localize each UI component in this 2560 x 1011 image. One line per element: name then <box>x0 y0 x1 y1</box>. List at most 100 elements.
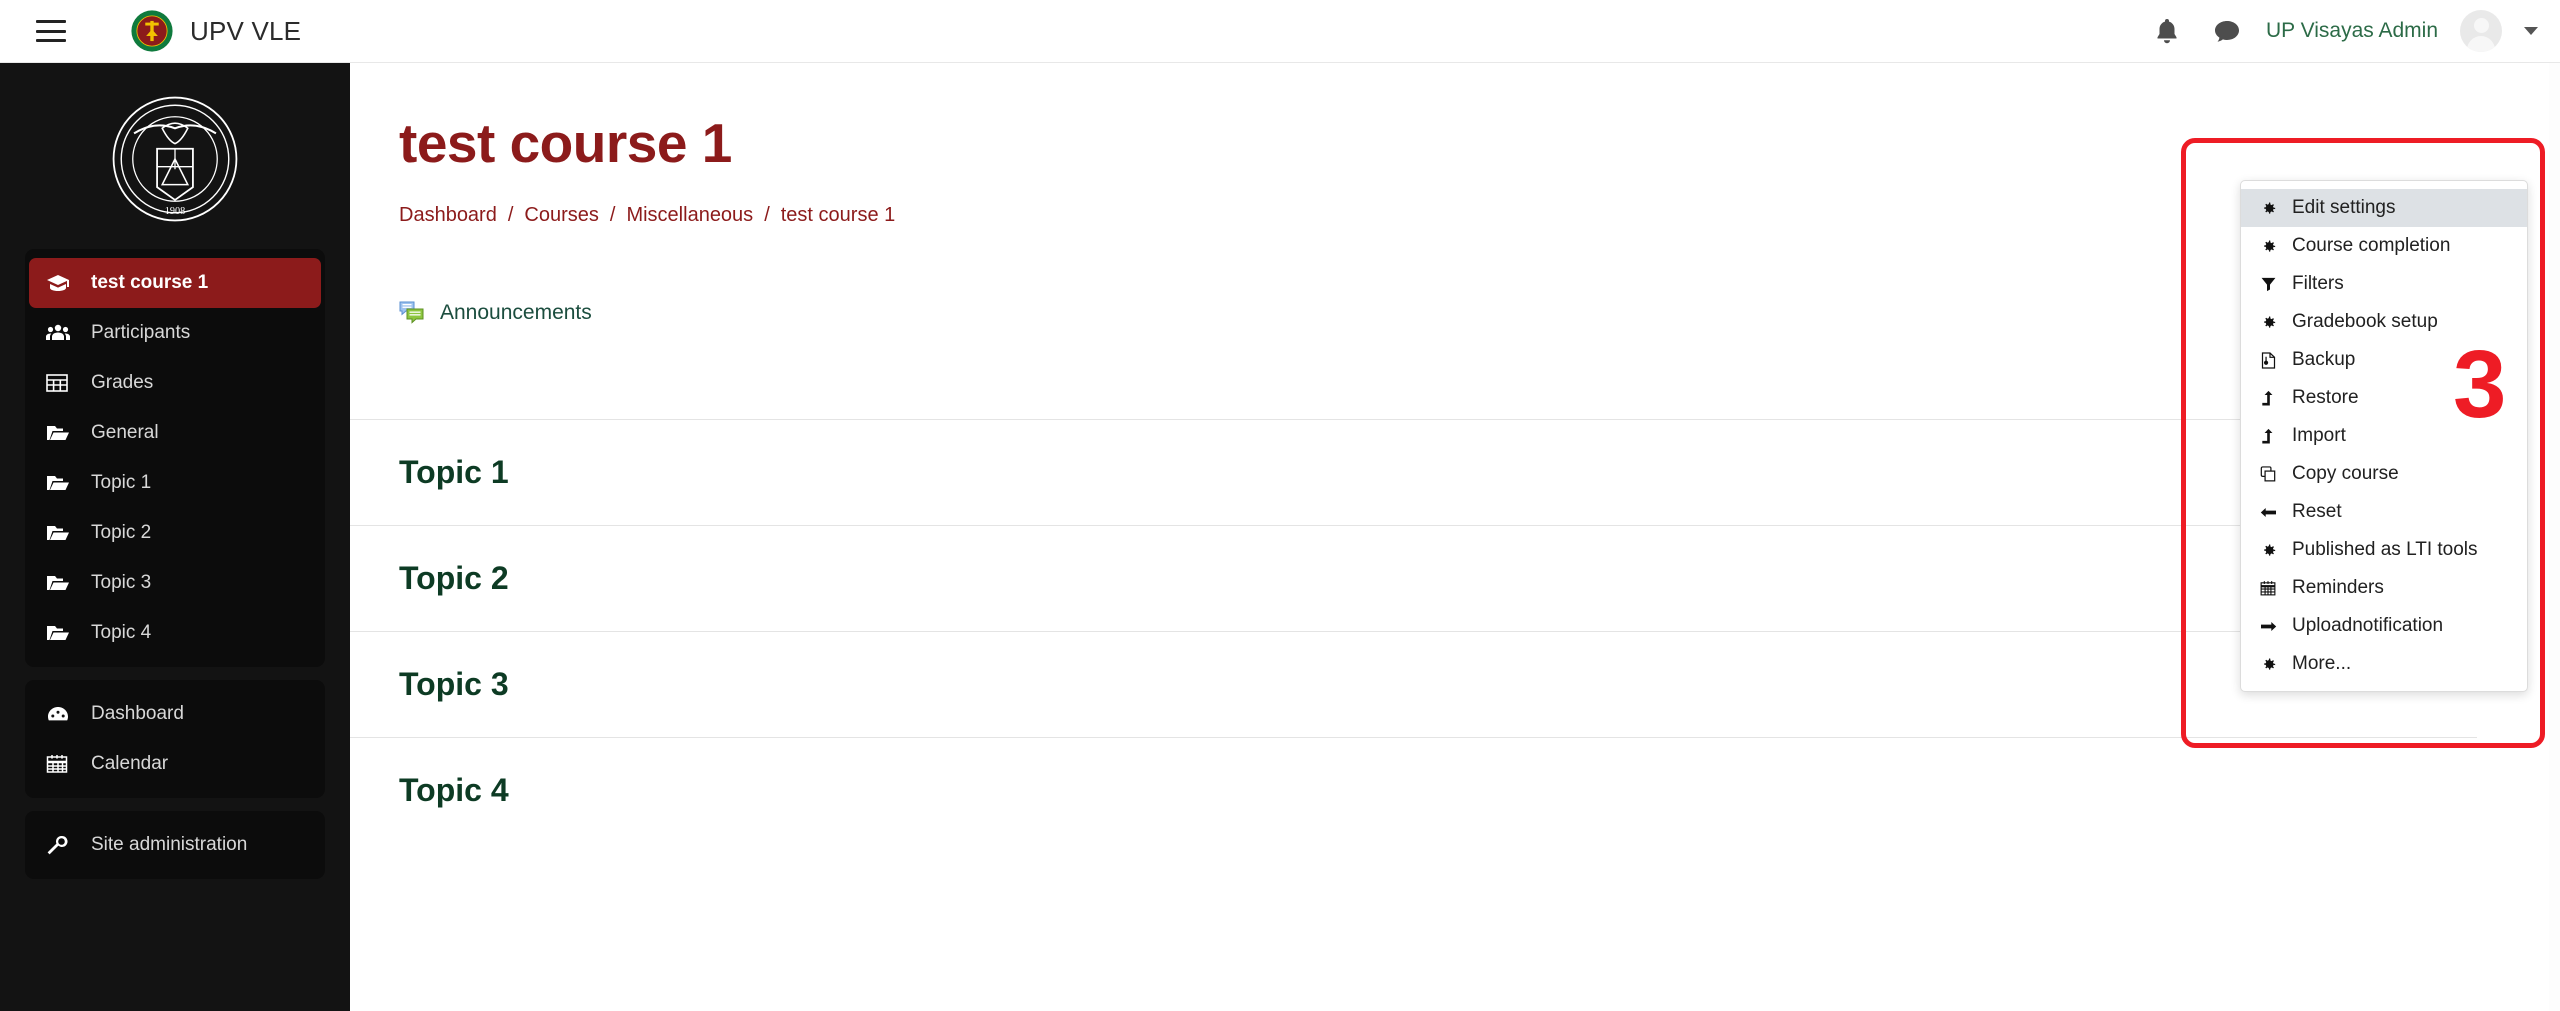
sidebar-item-label: Grades <box>91 372 154 393</box>
sidebar: 1908 test course 1 Participants Grades G… <box>0 63 350 1011</box>
general-section: Announcements <box>350 301 2560 419</box>
sidebar-item-label: Participants <box>91 322 191 343</box>
sidebar-item-calendar[interactable]: Calendar <box>29 739 321 789</box>
gear-icon <box>2255 656 2281 673</box>
menu-item-label: Published as LTI tools <box>2292 539 2478 560</box>
gear-icon <box>2255 314 2281 331</box>
menu-item-filters[interactable]: Filters <box>2241 265 2527 303</box>
sidebar-item-participants[interactable]: Participants <box>29 308 321 358</box>
topic-title: Topic 3 <box>399 666 509 702</box>
menu-item-label: Filters <box>2292 273 2344 294</box>
topic-section-3: Topic 3 <box>350 632 2560 737</box>
funnel-icon <box>2255 276 2281 292</box>
page-scrollbar[interactable] <box>2549 63 2560 1011</box>
menu-item-label: Reminders <box>2292 577 2384 598</box>
breadcrumb-item-dashboard[interactable]: Dashboard <box>399 204 497 227</box>
sidebar-item-label: Topic 4 <box>91 622 152 643</box>
breadcrumb-item-miscellaneous[interactable]: Miscellaneous <box>626 204 753 227</box>
file-backup-icon <box>2255 351 2281 369</box>
arrow-up-icon <box>2255 428 2281 445</box>
menu-item-reminders[interactable]: Reminders <box>2241 569 2527 607</box>
sidebar-item-grades[interactable]: Grades <box>29 358 321 408</box>
site-name: UPV VLE <box>190 15 302 46</box>
graduation-cap-icon <box>46 273 82 293</box>
menu-item-copy-course[interactable]: Copy course <box>2241 455 2527 493</box>
arrow-right-icon <box>2255 619 2281 634</box>
site-brand[interactable]: UPV VLE <box>131 10 301 52</box>
sidebar-item-topic-4[interactable]: Topic 4 <box>29 608 321 658</box>
breadcrumb-item-current: test course 1 <box>780 204 896 226</box>
gear-icon <box>2255 200 2281 217</box>
menu-item-course-completion[interactable]: Course completion <box>2241 227 2527 265</box>
gear-icon <box>2255 238 2281 255</box>
up-seal-logo: 1908 <box>112 96 238 222</box>
svg-text:1908: 1908 <box>165 206 185 217</box>
menu-item-label: Course completion <box>2292 235 2451 256</box>
menu-item-label: Uploadnotification <box>2292 615 2444 636</box>
menu-item-label: Gradebook setup <box>2292 311 2438 332</box>
sidebar-item-topic-2[interactable]: Topic 2 <box>29 508 321 558</box>
menu-item-label: More... <box>2292 653 2352 674</box>
folder-open-icon <box>46 623 82 643</box>
sidebar-item-label: Topic 3 <box>91 572 152 593</box>
sidebar-item-general[interactable]: General <box>29 408 321 458</box>
menu-item-restore[interactable]: Restore <box>2241 379 2527 417</box>
menu-item-uploadnotification[interactable]: Uploadnotification <box>2241 607 2527 645</box>
gear-icon <box>2255 542 2281 559</box>
calendar-icon <box>2255 580 2281 596</box>
top-header-bar: UPV VLE UP Visayas Admin <box>0 0 2560 63</box>
course-settings-dropdown: Edit settings Course completion Filters … <box>2240 180 2528 692</box>
forum-announcement-icon <box>399 301 424 324</box>
page-title: test course 1 <box>399 112 732 174</box>
message-icon[interactable] <box>2210 14 2244 48</box>
menu-item-import[interactable]: Import <box>2241 417 2527 455</box>
menu-item-backup[interactable]: Backup <box>2241 341 2527 379</box>
breadcrumb: Dashboard / Courses / Miscellaneous / te… <box>399 204 2560 227</box>
copy-icon <box>2255 466 2281 482</box>
sidebar-item-label: test course 1 <box>91 272 209 293</box>
menu-item-label: Import <box>2292 425 2346 446</box>
bell-icon[interactable] <box>2150 14 2184 48</box>
sidebar-item-test-course-1[interactable]: test course 1 <box>29 258 321 308</box>
menu-item-label: Reset <box>2292 501 2342 522</box>
folder-open-icon <box>46 423 82 443</box>
breadcrumb-item-courses[interactable]: Courses <box>524 204 598 227</box>
sidebar-item-label: Calendar <box>91 753 169 774</box>
breadcrumb-separator: / <box>764 204 770 226</box>
menu-item-label: Restore <box>2292 387 2359 408</box>
sidebar-item-topic-1[interactable]: Topic 1 <box>29 458 321 508</box>
sidebar-group-navigation: Dashboard Calendar <box>25 680 325 798</box>
sidebar-group-course: test course 1 Participants Grades Genera… <box>25 249 325 667</box>
menu-item-more[interactable]: More... <box>2241 645 2527 683</box>
wrench-icon <box>46 835 82 855</box>
announcements-link[interactable]: Announcements <box>399 301 2560 325</box>
calendar-icon <box>46 754 82 774</box>
menu-item-gradebook-setup[interactable]: Gradebook setup <box>2241 303 2527 341</box>
dashboard-gauge-icon <box>46 704 82 724</box>
menu-item-label: Backup <box>2292 349 2356 370</box>
topic-section-2: Topic 2 <box>350 526 2560 631</box>
arrow-left-icon <box>2255 505 2281 520</box>
sidebar-item-label: Topic 2 <box>91 522 152 543</box>
sidebar-item-topic-3[interactable]: Topic 3 <box>29 558 321 608</box>
user-name[interactable]: UP Visayas Admin <box>2266 19 2438 43</box>
breadcrumb-separator: / <box>507 204 514 226</box>
sidebar-item-label: Dashboard <box>91 703 184 724</box>
hamburger-menu-icon[interactable] <box>36 20 66 42</box>
chevron-down-icon[interactable] <box>2524 27 2538 35</box>
menu-item-reset[interactable]: Reset <box>2241 493 2527 531</box>
menu-item-label: Copy course <box>2292 463 2399 484</box>
avatar[interactable] <box>2460 10 2502 52</box>
sidebar-item-label: Site administration <box>91 834 248 855</box>
menu-item-published-as-lti-tools[interactable]: Published as LTI tools <box>2241 531 2527 569</box>
sidebar-group-admin: Site administration <box>25 811 325 879</box>
arrow-up-icon <box>2255 390 2281 407</box>
menu-item-label: Edit settings <box>2292 197 2396 218</box>
header-right-group: UP Visayas Admin <box>2150 10 2560 52</box>
sidebar-item-dashboard[interactable]: Dashboard <box>29 689 321 739</box>
sidebar-item-label: Topic 1 <box>91 472 152 493</box>
folder-open-icon <box>46 473 82 493</box>
menu-item-edit-settings[interactable]: Edit settings <box>2241 189 2527 227</box>
main-content: test course 1 Dashboard / Courses / Misc… <box>350 63 2560 1011</box>
sidebar-item-site-administration[interactable]: Site administration <box>29 820 321 870</box>
